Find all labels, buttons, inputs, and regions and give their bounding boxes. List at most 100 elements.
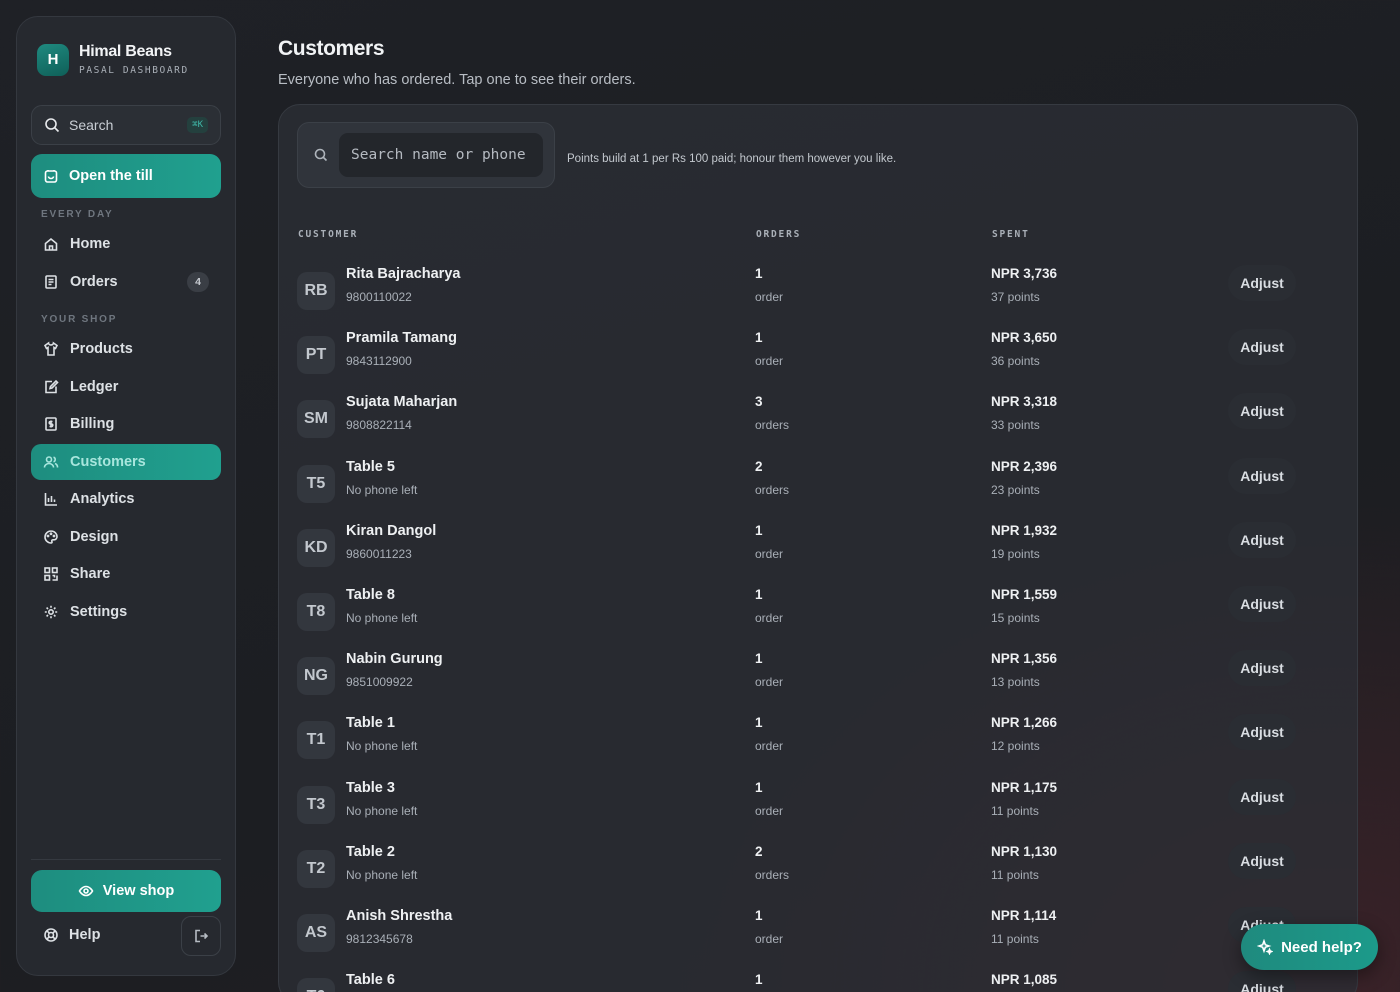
table-row[interactable]: PT Pramila Tamang 9843112900 1 order NPR 3,65… [297, 328, 1337, 392]
customer-phone: 9851009922 [346, 675, 413, 690]
sidebar-item-label: Orders [70, 274, 118, 290]
adjust-button[interactable]: Adjust [1228, 521, 1296, 558]
sidebar-item-products[interactable]: Products [31, 331, 221, 367]
table-row[interactable]: T5 Table 5 No phone left 2 orders NPR 2,396 23… [297, 457, 1337, 521]
customers-panel: Points build at 1 per Rs 100 paid; honou… [278, 104, 1358, 992]
sidebar-divider [31, 859, 221, 860]
page-subtitle: Everyone who has ordered. Tap one to see… [278, 72, 636, 88]
table-row[interactable]: AS Anish Shrestha 9812345678 1 order NPR 1,11… [297, 906, 1337, 970]
need-help-button[interactable]: Need help? [1241, 924, 1378, 970]
customer-phone: No phone left [346, 803, 418, 818]
customer-phone: 9812345678 [346, 932, 413, 946]
order-count: 1 [755, 266, 763, 281]
order-unit: order [755, 803, 784, 818]
table-row[interactable]: KD Kiran Dangol 9860011223 1 order NPR 1,932 1… [297, 521, 1337, 585]
amount-spent: NPR 1,266 [991, 715, 1058, 731]
table-row[interactable]: NG Nabin Gurung 9851009922 1 order NPR 1,356 1… [297, 649, 1337, 713]
avatar: RB [297, 272, 335, 310]
loyalty-points: 11 points [991, 867, 1039, 882]
sidebar-item-analytics[interactable]: Analytics [31, 481, 221, 517]
customer-name: Nabin Gurung [346, 651, 443, 668]
order-count: 2 [755, 843, 763, 859]
loyalty-points: 13 points [991, 675, 1040, 690]
sidebar-item-settings[interactable]: Settings [31, 594, 221, 630]
sidebar-search-button[interactable]: Search ⌘K [31, 105, 221, 145]
help-link[interactable]: Help [43, 927, 100, 943]
sidebar-item-customers[interactable]: Customers [31, 444, 221, 480]
customer-phone: 9800110022 [346, 290, 412, 304]
adjust-button[interactable]: Adjust [1228, 650, 1296, 687]
adjust-button[interactable]: Adjust [1228, 393, 1296, 430]
amount-spent: NPR 1,356 [991, 651, 1058, 667]
adjust-button[interactable]: Adjust [1228, 586, 1296, 622]
points-hint: Points build at 1 per Rs 100 paid; honou… [567, 153, 897, 165]
avatar: T2 [297, 849, 335, 888]
eye-icon [78, 883, 94, 899]
adjust-button[interactable]: Adjust [1228, 457, 1296, 494]
loyalty-points: 15 points [991, 611, 1040, 625]
customer-name: Table 1 [346, 715, 395, 732]
table-row[interactable]: SM Sujata Maharjan 9808822114 3 orders NPR 3,… [297, 392, 1337, 456]
logout-button[interactable] [181, 916, 221, 956]
palette-icon [43, 529, 59, 545]
customer-phone: No phone left [346, 739, 418, 754]
customer-phone: No phone left [346, 867, 418, 882]
adjust-button[interactable]: Adjust [1228, 842, 1296, 879]
avatar: T3 [297, 785, 335, 824]
order-unit: order [755, 739, 784, 754]
customer-name: Table 8 [346, 587, 395, 603]
amount-spent: NPR 1,559 [991, 587, 1058, 602]
sidebar-item-ledger[interactable]: Ledger [31, 369, 221, 405]
brand[interactable]: H Himal Beans PASAL DASHBOARD [37, 43, 189, 76]
order-count: 1 [755, 779, 763, 795]
view-shop-label: View shop [102, 883, 175, 899]
customer-phone: No phone left [346, 482, 418, 497]
sidebar-item-home[interactable]: Home [31, 226, 221, 262]
users-icon [43, 454, 59, 470]
order-unit: order [755, 290, 784, 304]
avatar: KD [297, 528, 335, 567]
order-count: 1 [755, 330, 763, 346]
table-row[interactable]: RB Rita Bajracharya 9800110022 1 order NPR 3,… [297, 264, 1337, 328]
home-icon [43, 236, 59, 252]
table-row[interactable]: T8 Table 8 No phone left 1 order NPR 1,559 15 … [297, 585, 1337, 649]
loyalty-points: 19 points [991, 546, 1040, 561]
bar-chart-icon [43, 491, 59, 507]
adjust-button[interactable]: Adjust [1228, 778, 1296, 815]
adjust-button[interactable]: Adjust [1228, 714, 1296, 751]
sidebar-item-billing[interactable]: Billing [31, 406, 221, 442]
adjust-button[interactable]: Adjust [1228, 329, 1296, 366]
avatar: PT [297, 336, 335, 375]
order-unit: order [755, 611, 784, 625]
section-label-your-shop: YOUR SHOP [41, 314, 118, 325]
sidebar-item-label: Customers [70, 454, 146, 470]
open-till-button[interactable]: Open the till [31, 154, 221, 198]
table-row[interactable]: T3 Table 3 No phone left 1 order NPR 1,175 11 … [297, 778, 1337, 842]
table-row[interactable]: T2 Table 2 No phone left 2 orders NPR 1,130 11… [297, 842, 1337, 906]
customer-search-input[interactable] [339, 133, 543, 177]
view-shop-button[interactable]: View shop [31, 870, 221, 912]
avatar: NG [297, 657, 335, 696]
customer-phone: 9808822114 [346, 418, 412, 433]
sidebar-item-design[interactable]: Design [31, 519, 221, 555]
shirt-icon [43, 341, 59, 357]
sidebar-item-share[interactable]: Share [31, 556, 221, 592]
table-row[interactable]: T1 Table 1 No phone left 1 order NPR 1,266 12 … [297, 713, 1337, 777]
amount-spent: NPR 1,114 [991, 908, 1057, 923]
adjust-button[interactable]: Adjust [1228, 265, 1296, 301]
customer-name: Kiran Dangol [346, 522, 437, 539]
order-count: 1 [755, 651, 763, 667]
loyalty-points: 23 points [991, 482, 1040, 497]
avatar: T8 [297, 593, 335, 631]
customer-phone: 9860011223 [346, 546, 412, 561]
customer-name: Pramila Tamang [346, 330, 457, 347]
amount-spent: NPR 3,736 [991, 266, 1058, 281]
avatar: T6 [297, 978, 335, 992]
edit-icon [43, 379, 59, 395]
avatar: T5 [297, 464, 335, 503]
table-row[interactable]: T6 Table 6 1 NPR 1,085 Adjust [297, 970, 1337, 992]
sidebar-item-orders[interactable]: Orders 4 [31, 264, 221, 300]
page-title: Customers [278, 37, 385, 60]
adjust-button[interactable]: Adjust [1228, 971, 1296, 992]
order-count: 1 [755, 972, 763, 988]
